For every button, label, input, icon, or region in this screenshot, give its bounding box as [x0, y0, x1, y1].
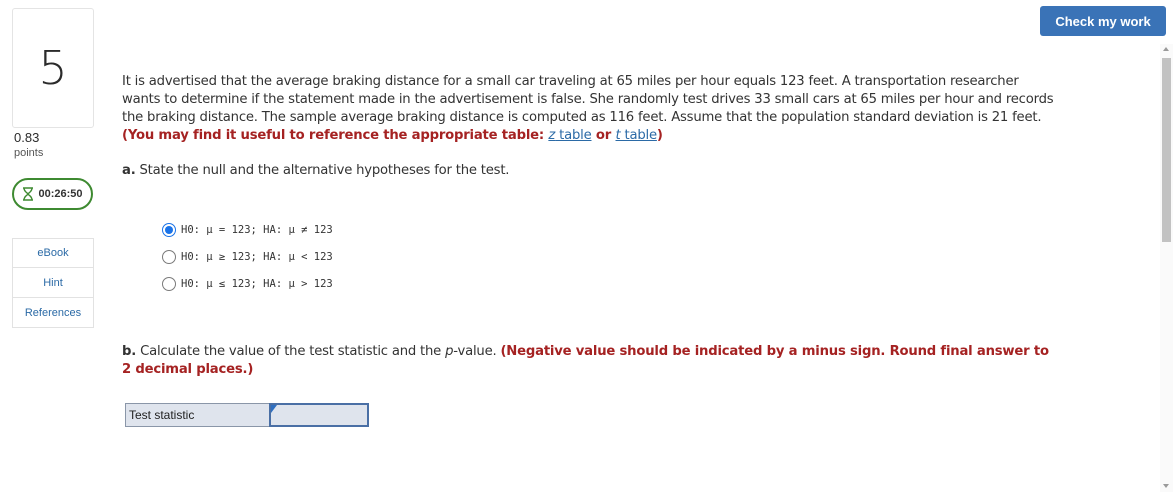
question-text: It is advertised that the average brakin… — [122, 73, 1057, 145]
part-a-label: a. — [122, 163, 136, 178]
part-b-prompt: b. Calculate the value of the test stati… — [122, 344, 1049, 377]
test-statistic-cell — [269, 403, 369, 427]
question-number-box: 5 — [12, 8, 94, 128]
references-link[interactable]: References — [12, 298, 94, 328]
question-body: It is advertised that the average brakin… — [122, 74, 1054, 125]
hypothesis-option-2[interactable]: H0: μ ≥ 123; HA: μ < 123 — [162, 243, 333, 270]
hypothesis-options: H0: μ = 123; HA: μ ≠ 123 H0: μ ≥ 123; HA… — [162, 216, 333, 297]
radio-button[interactable] — [162, 249, 176, 264]
part-a-text: State the null and the alternative hypot… — [139, 163, 510, 178]
points-value: 0.83 — [14, 130, 40, 145]
tools-panel: eBook Hint References — [12, 238, 94, 328]
hourglass-icon — [23, 187, 34, 201]
cell-flag-icon — [271, 405, 277, 413]
option-2-text: H0: μ ≥ 123; HA: μ < 123 — [181, 250, 333, 263]
option-1-text: H0: μ = 123; HA: μ ≠ 123 — [181, 223, 333, 236]
hypothesis-option-1[interactable]: H0: μ = 123; HA: μ ≠ 123 — [162, 216, 333, 243]
part-b-label: b. — [122, 344, 137, 359]
option-3-text: H0: μ ≤ 123; HA: μ > 123 — [181, 277, 333, 290]
t-table-link[interactable]: t table — [616, 128, 658, 143]
question-number: 5 — [38, 41, 68, 95]
timer-value: 00:26:50 — [38, 188, 83, 200]
check-my-work-button[interactable]: Check my work — [1040, 6, 1166, 36]
hint-link[interactable]: Hint — [12, 268, 94, 298]
points-label: points — [14, 147, 44, 159]
table-note: (You may find it useful to reference the… — [122, 128, 663, 143]
test-statistic-label: Test statistic — [125, 403, 269, 427]
scroll-up-icon[interactable] — [1163, 47, 1169, 51]
ebook-link[interactable]: eBook — [12, 238, 94, 268]
radio-button-selected[interactable] — [162, 222, 176, 237]
scrollbar-thumb[interactable] — [1162, 58, 1171, 242]
timer: 00:26:50 — [12, 178, 93, 210]
test-statistic-table: Test statistic — [125, 403, 369, 427]
hypothesis-option-3[interactable]: H0: μ ≤ 123; HA: μ > 123 — [162, 270, 333, 297]
radio-button[interactable] — [162, 276, 176, 291]
scroll-down-icon[interactable] — [1163, 484, 1169, 488]
part-a-prompt: a. State the null and the alternative hy… — [122, 163, 509, 178]
test-statistic-input[interactable] — [269, 403, 369, 427]
z-table-link[interactable]: z table — [548, 128, 591, 143]
